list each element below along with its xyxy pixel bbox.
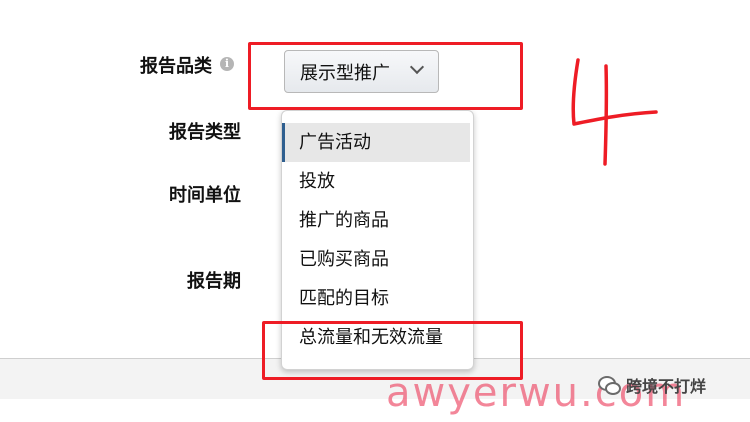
handwritten-number-4 — [571, 58, 658, 166]
dropdown-option-purchased-product[interactable]: 已购买商品 — [282, 240, 470, 279]
report-period-label: 报告期 — [187, 271, 241, 292]
dropdown-option-advertised-product[interactable]: 推广的商品 — [282, 201, 470, 240]
wechat-watermark: 跨境不打烊 — [598, 373, 706, 397]
wechat-icon — [598, 376, 621, 395]
time-unit-label: 时间单位 — [169, 185, 241, 206]
report-category-label: 报告品类 — [140, 56, 212, 77]
dropdown-option-targeting[interactable]: 投放 — [282, 162, 470, 201]
annotation-box-category — [248, 42, 523, 110]
report-type-label: 报告类型 — [169, 122, 241, 143]
wechat-account-name: 跨境不打烊 — [626, 377, 707, 396]
dropdown-option-matched-target[interactable]: 匹配的目标 — [282, 279, 470, 318]
info-icon[interactable]: i — [220, 57, 234, 71]
dropdown-option-campaign[interactable]: 广告活动 — [282, 123, 470, 162]
